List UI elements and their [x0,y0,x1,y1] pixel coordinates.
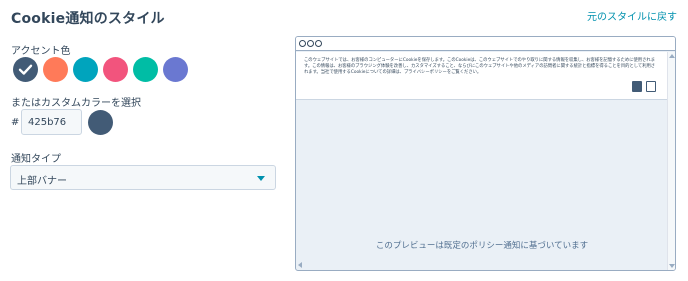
cookie-preview-panel: このウェブサイトでは、お客様のコンピューターにCookieを保存します。このCo… [295,36,676,271]
scroll-up-icon[interactable] [669,54,675,58]
cookie-banner-preview: このウェブサイトでは、お客様のコンピューターにCookieを保存します。このCo… [296,52,668,100]
reset-style-link[interactable]: 元のスタイルに戻す [587,8,677,23]
cookie-banner-text: このウェブサイトでは、お客様のコンピューターにCookieを保存します。このCo… [304,58,656,75]
swatch-teal[interactable] [73,57,98,82]
preview-note: このプレビューは既定のポリシー通知に基づいています [375,241,589,251]
hash-prefix: # [11,117,20,128]
notice-type-select[interactable]: 上部バナー [10,165,276,190]
custom-color-label: またはカスタムカラーを選択 [11,98,141,109]
accept-button-preview[interactable] [632,81,642,92]
swatch-purple[interactable] [163,57,188,82]
notice-type-label: 通知タイプ [11,154,61,165]
window-dot-icon [299,40,306,47]
chevron-down-icon [257,176,265,181]
browser-chrome-bar [296,37,675,51]
notice-type-value: 上部バナー [17,176,67,187]
window-dot-icon [315,40,322,47]
page-title: Cookie通知のスタイル [11,11,165,27]
custom-color-swatch[interactable] [88,110,113,135]
custom-color-input[interactable] [21,109,82,135]
swatch-green[interactable] [133,57,158,82]
decline-button-preview[interactable] [646,81,656,92]
scroll-left-icon[interactable] [298,262,302,268]
check-icon [18,64,33,75]
preview-scrollbar[interactable] [667,52,675,270]
swatch-pink[interactable] [103,57,128,82]
swatch-orange[interactable] [43,57,68,82]
scroll-down-icon[interactable] [669,264,675,268]
window-dot-icon [307,40,314,47]
accent-color-label: アクセント色 [11,46,71,57]
accent-swatch-list [13,57,188,82]
swatch-navy[interactable] [13,57,38,82]
